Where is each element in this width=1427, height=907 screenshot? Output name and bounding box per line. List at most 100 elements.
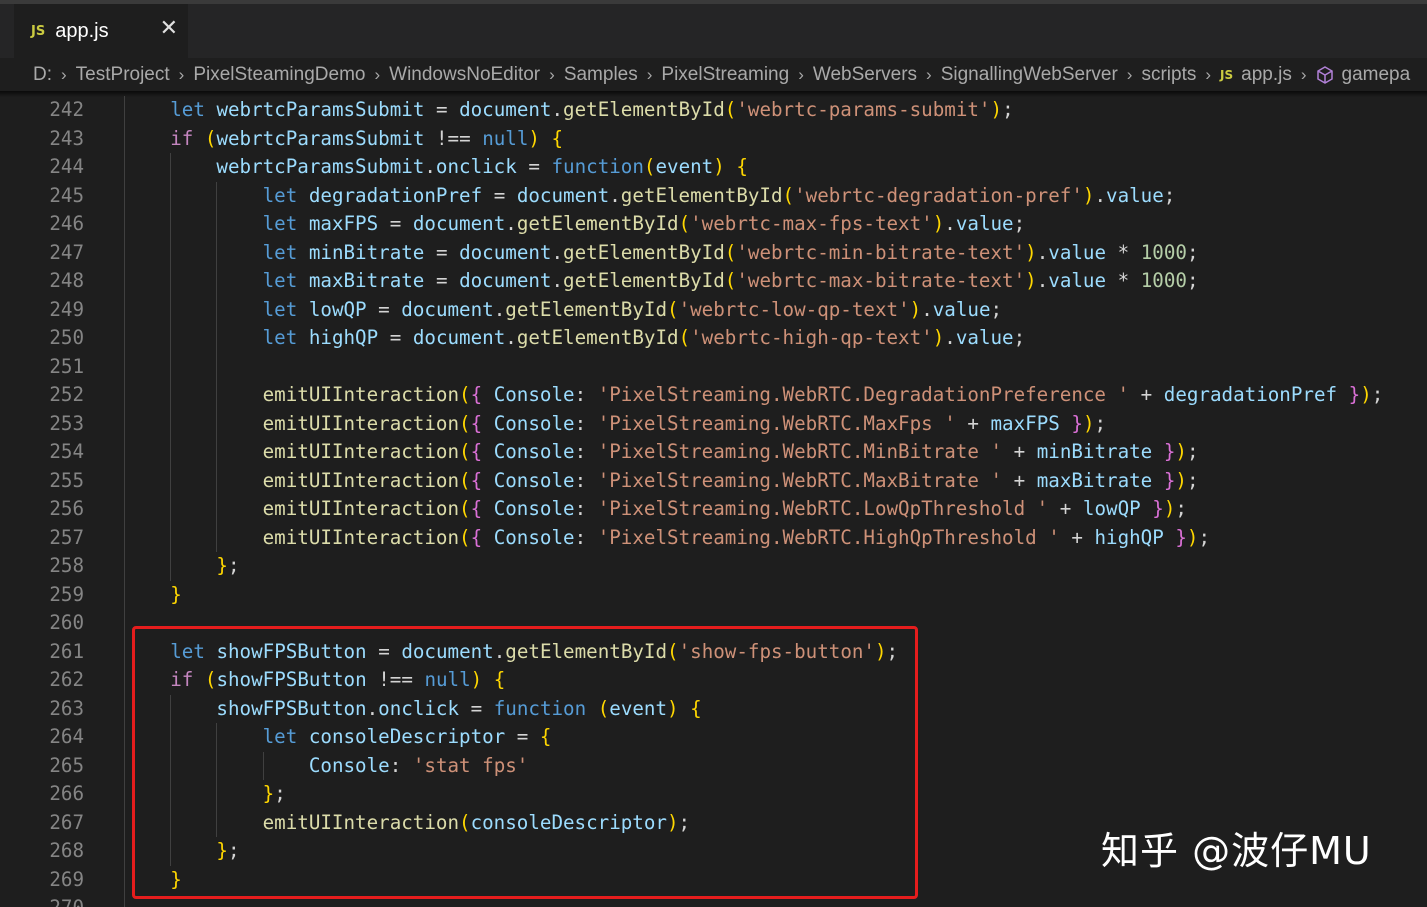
code-line[interactable]: 242 let webrtcParamsSubmit = document.ge… [0, 96, 1427, 125]
line-number: 269 [49, 867, 84, 891]
indent-guide [170, 409, 172, 438]
line-number: 250 [49, 326, 84, 349]
code-line[interactable]: 245 let degradationPref = document.getEl… [0, 182, 1427, 211]
code-line[interactable]: 246 let maxFPS = document.getElementById… [0, 210, 1427, 239]
code-line[interactable]: 259 } [0, 581, 1427, 610]
close-icon[interactable]: ✕ [160, 16, 178, 41]
line-number: 245 [49, 183, 84, 207]
code-text: let webrtcParamsSubmit = document.getEle… [170, 98, 1014, 121]
line-number: 244 [49, 155, 84, 178]
code-line[interactable]: 250 let highQP = document.getElementById… [0, 324, 1427, 353]
breadcrumb-item[interactable]: SignallingWebServer [941, 64, 1118, 86]
code-text: let maxBitrate = document.getElementById… [262, 269, 1199, 292]
indent-guide [124, 96, 125, 125]
code-text: let highQP = document.getElementById('we… [262, 326, 1026, 349]
symbol-method-icon [1316, 65, 1334, 84]
indent-guide [124, 837, 125, 866]
chevron-right-icon: › [1300, 64, 1307, 84]
indent-guide [216, 267, 218, 296]
chevron-right-icon: › [646, 64, 653, 84]
code-text: }; [216, 554, 240, 577]
indent-guide [170, 552, 172, 581]
line-number: 261 [49, 639, 84, 663]
line-number: 259 [49, 582, 84, 606]
line-number: 256 [49, 497, 84, 520]
breadcrumb-item[interactable]: WebServers [813, 64, 917, 86]
breadcrumb-item[interactable]: Samples [564, 64, 638, 86]
indent-guide [216, 324, 218, 353]
code-text: emitUIInteraction({ Console: 'PixelStrea… [262, 525, 1211, 549]
indent-guide [216, 210, 218, 239]
indent-guide [216, 295, 218, 324]
breadcrumb-item[interactable]: WindowsNoEditor [389, 64, 540, 86]
breadcrumb-item[interactable]: PixelSteamingDemo [193, 64, 365, 86]
indent-guide [216, 495, 218, 524]
javascript-file-icon: JS [31, 23, 46, 39]
breadcrumb-item[interactable]: scripts [1141, 64, 1196, 86]
watermark: 知乎 @波仔MU [1101, 829, 1372, 873]
line-number: 258 [49, 554, 84, 577]
code-line[interactable]: 255 emitUIInteraction({ Console: 'PixelS… [0, 467, 1427, 496]
tab-app-js[interactable]: JS app.js ✕ [14, 4, 188, 58]
indent-guide [170, 210, 172, 239]
chevron-right-icon: › [798, 64, 804, 84]
code-line[interactable]: 254 emitUIInteraction({ Console: 'PixelS… [0, 438, 1427, 467]
code-line[interactable]: 251 [0, 353, 1427, 382]
line-number: 246 [49, 212, 84, 235]
line-number: 265 [49, 753, 84, 777]
code-line[interactable]: 244 webrtcParamsSubmit.onclick = functio… [0, 153, 1427, 182]
code-text: emitUIInteraction({ Console: 'PixelStrea… [262, 468, 1199, 492]
code-line[interactable]: 248 let maxBitrate = document.getElement… [0, 267, 1427, 296]
line-number: 243 [49, 126, 84, 150]
indent-guide [124, 865, 125, 894]
chevron-right-icon: › [1205, 64, 1212, 84]
highlight-box [132, 626, 918, 899]
breadcrumb: D: › TestProject › PixelSteamingDemo › Windows… [0, 58, 1427, 91]
indent-guide [170, 153, 172, 182]
chevron-right-icon: › [61, 64, 67, 84]
indent-guide [124, 295, 125, 324]
code-line[interactable]: 256 emitUIInteraction({ Console: 'PixelS… [0, 495, 1427, 524]
line-number: 257 [49, 525, 84, 549]
indent-guide [124, 580, 125, 609]
indent-guide [124, 181, 125, 210]
chevron-right-icon: › [1126, 64, 1133, 84]
code-line[interactable]: 258 }; [0, 552, 1427, 581]
indent-guide [124, 552, 125, 581]
breadcrumb-item[interactable]: D: [33, 64, 52, 86]
code-line[interactable]: 257 emitUIInteraction({ Console: 'PixelS… [0, 524, 1427, 553]
indent-guide [124, 466, 125, 495]
line-number: 266 [49, 782, 84, 805]
code-line[interactable]: 247 let minBitrate = document.getElement… [0, 239, 1427, 268]
indent-guide [124, 894, 125, 907]
code-line[interactable]: 243 if (webrtcParamsSubmit !== null) { [0, 125, 1427, 154]
indent-guide [170, 381, 172, 410]
code-line[interactable]: 253 emitUIInteraction({ Console: 'PixelS… [0, 410, 1427, 439]
line-number: 263 [49, 696, 84, 720]
indent-guide [170, 295, 172, 324]
editor-tab-bar: JS app.js ✕ [0, 0, 1427, 58]
indent-guide [124, 694, 125, 723]
code-text: let lowQP = document.getElementById('web… [262, 297, 1003, 321]
breadcrumb-item[interactable]: PixelStreaming [661, 64, 789, 86]
indent-guide [124, 124, 125, 153]
line-number: 253 [49, 411, 84, 435]
indent-guide [124, 409, 125, 438]
code-line[interactable]: 252 emitUIInteraction({ Console: 'PixelS… [0, 381, 1427, 410]
breadcrumb-item[interactable]: gamepa [1342, 64, 1411, 86]
breadcrumb-item[interactable]: TestProject [76, 64, 170, 86]
indent-guide [170, 495, 172, 524]
code-line[interactable]: 249 let lowQP = document.getElementById(… [0, 296, 1427, 325]
line-number: 254 [49, 440, 84, 463]
code-text: emitUIInteraction({ Console: 'PixelStrea… [262, 497, 1187, 520]
code-text: let minBitrate = document.getElementById… [262, 240, 1199, 264]
indent-guide [124, 723, 125, 752]
code-text: } [170, 582, 182, 606]
line-number: 260 [49, 611, 84, 634]
indent-guide [124, 523, 125, 552]
indent-guide [124, 238, 125, 267]
chevron-right-icon: › [178, 64, 185, 84]
breadcrumb-item[interactable]: app.js [1241, 64, 1292, 86]
indent-guide [124, 267, 125, 296]
code-text: emitUIInteraction({ Console: 'PixelStrea… [262, 383, 1384, 406]
